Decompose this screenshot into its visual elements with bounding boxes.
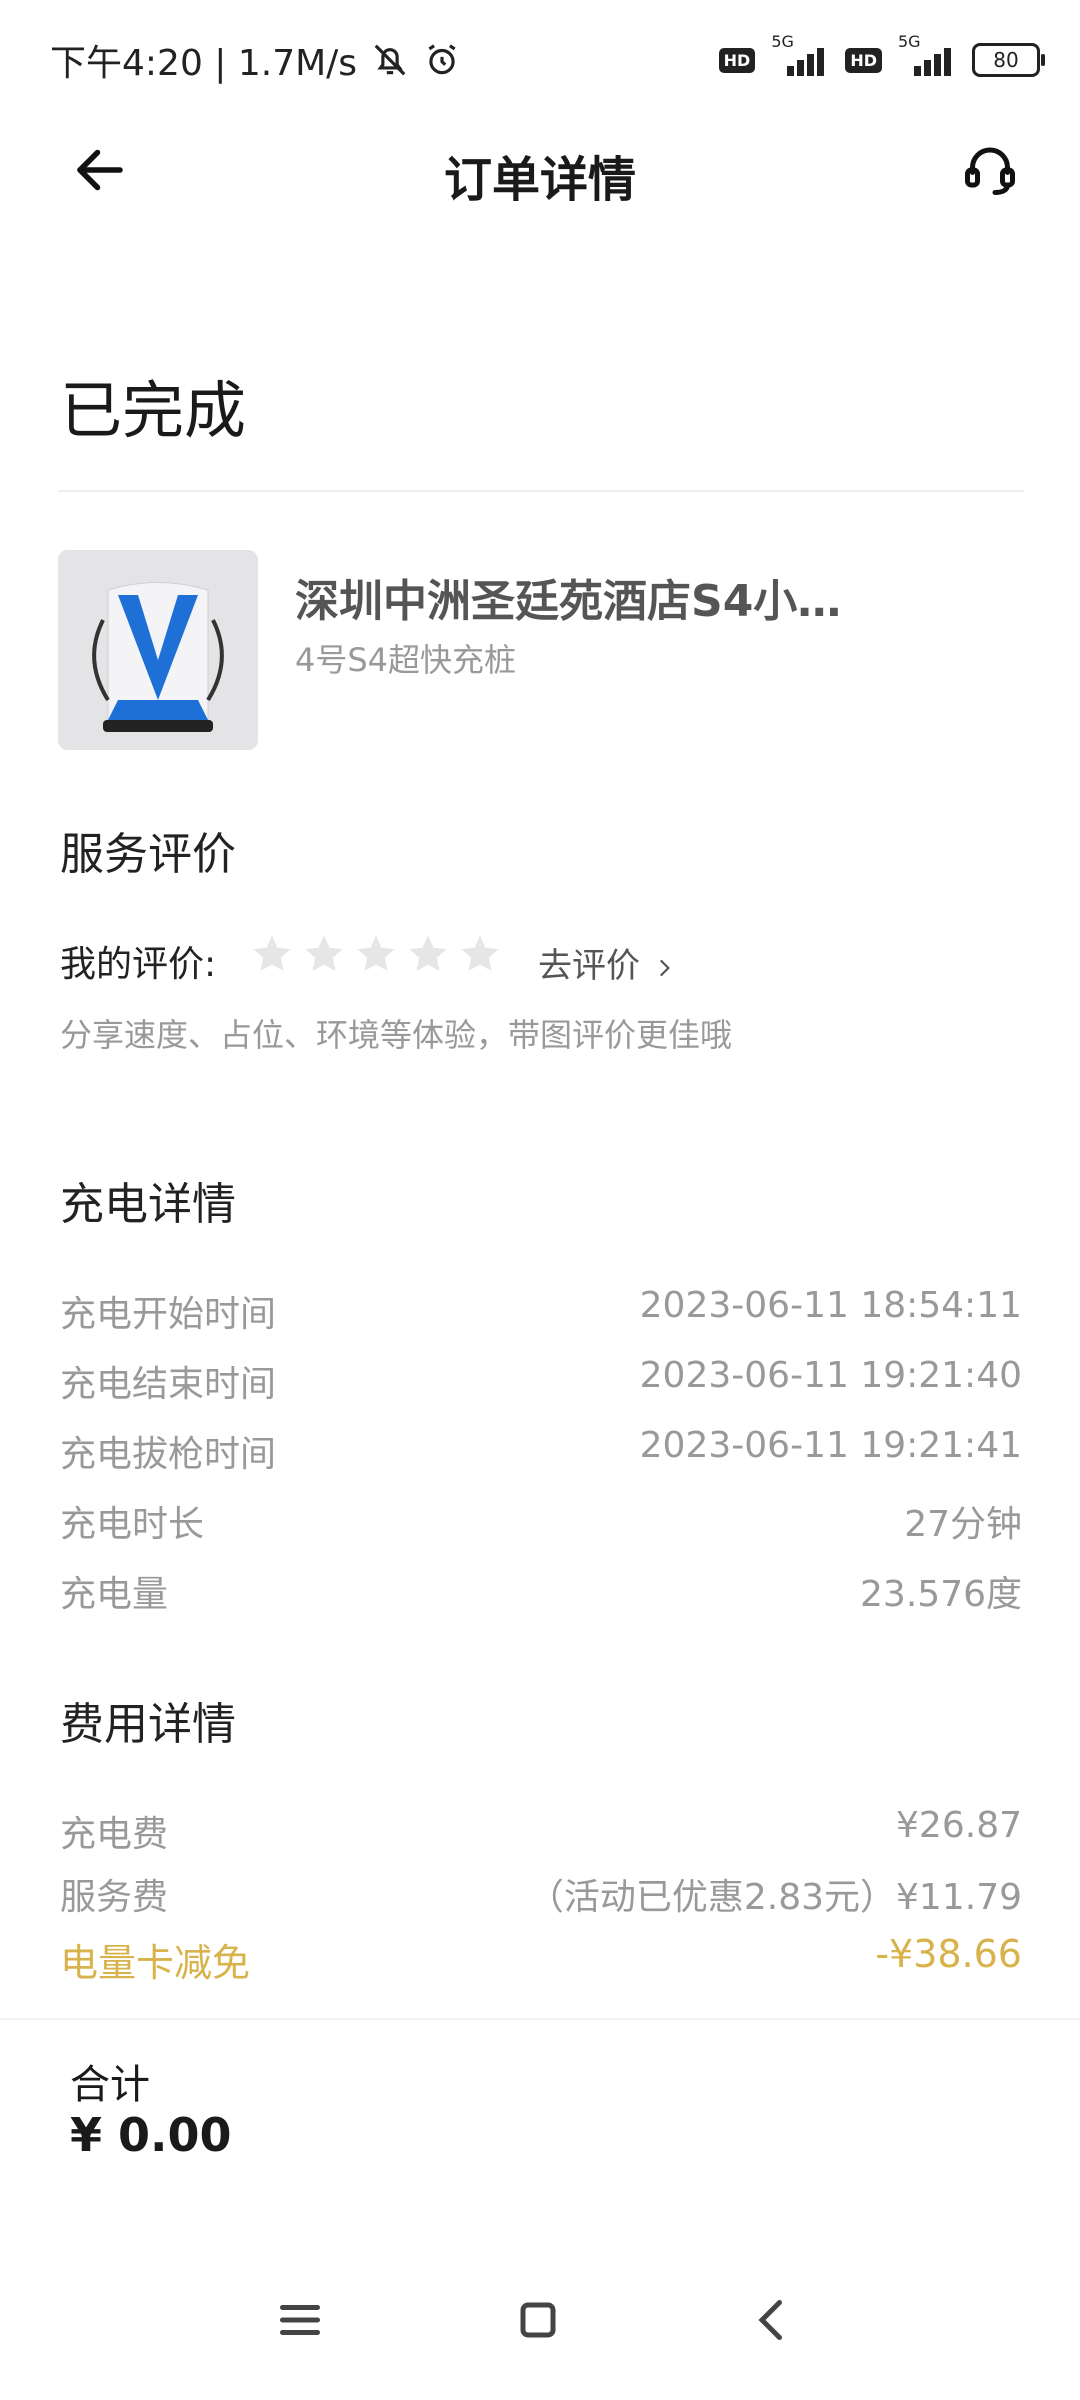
status-left: 下午4:20 | 1.7M/s [50,34,461,86]
charger-image [58,550,258,750]
page-title: 订单详情 [443,152,636,208]
detail-label: 充电开始时间 [60,1294,277,1335]
go-rate-button[interactable]: 去评价 [538,938,677,987]
hd-badge: HD [845,47,882,73]
detail-label: 充电拔枪时间 [60,1434,277,1475]
detail-value: 2023-06-11 19:21:41 [639,1425,1022,1466]
fee-label: 电量卡减免 [60,1941,251,1985]
pile-name: 4号S4超快充桩 [295,641,517,679]
detail-row: 充电结束时间 2023-06-11 19:21:40 [60,1355,1022,1407]
divider [58,490,1024,492]
detail-label: 充电结束时间 [60,1364,277,1405]
detail-row: 充电时长 27分钟 [60,1495,1022,1547]
fee-value: -¥38.66 [875,1932,1022,1976]
section-title-fee: 费用详情 [60,1699,236,1750]
rating-hint: 分享速度、占位、环境等体验，带图评价更佳哦 [60,1016,733,1054]
section-title-review: 服务评价 [60,829,236,880]
network-label: 5G [898,32,921,51]
status-right: HD 5G HD 5G 80 [718,32,1045,78]
alarm-icon [428,44,456,75]
star-icon[interactable] [302,932,346,976]
app-header: 订单详情 [0,120,1080,220]
detail-value: 2023-06-11 19:21:40 [639,1355,1022,1396]
detail-value: 27分钟 [904,1504,1022,1545]
fee-label: 服务费 [60,1877,169,1918]
star-icon[interactable] [458,932,502,976]
detail-label: 充电时长 [60,1504,205,1545]
station-name[interactable]: 深圳中洲圣廷苑酒店S4小… [295,565,895,629]
nav-home-button[interactable] [508,2290,568,2350]
bell-off-icon [374,44,406,76]
detail-value: 2023-06-11 18:54:11 [639,1285,1022,1326]
section-title-charging: 充电详情 [60,1179,236,1230]
divider [0,2018,1080,2020]
fee-label: 充电费 [60,1814,169,1855]
total-value: ¥ 0.00 [70,2108,232,2162]
status-time-speed: 下午4:20 | 1.7M/s [50,43,358,84]
fee-row: 充电费 ¥26.87 [60,1805,1022,1857]
detail-row: 充电开始时间 2023-06-11 18:54:11 [60,1285,1022,1337]
chevron-right-icon [659,959,670,976]
status-bar: 下午4:20 | 1.7M/s HD 5G HD 5G 80 [50,30,1045,90]
fee-value: ¥26.87 [896,1805,1022,1846]
detail-label: 充电量 [60,1574,169,1615]
order-status: 已完成 [60,374,247,447]
star-icon[interactable] [250,932,294,976]
signal-icon: 5G [771,32,829,78]
menu-icon [280,2305,320,2335]
star-icon[interactable] [406,932,450,976]
signal-icon: 5G [898,32,956,78]
fee-row: 服务费 （活动已优惠2.83元）¥11.79 [60,1868,1022,1920]
star-icon[interactable] [354,932,398,976]
hd-badge: HD [718,47,756,73]
detail-value: 23.576度 [860,1574,1022,1615]
detail-row: 充电拔枪时间 2023-06-11 19:21:41 [60,1425,1022,1477]
fee-row-discount: 电量卡减免 -¥38.66 [60,1932,1022,1987]
square-icon [520,2302,556,2338]
my-rating-label: 我的评价: [60,944,217,985]
network-label: 5G [771,32,794,51]
nav-back-button[interactable] [742,2290,802,2350]
total-label: 合计 [70,2062,150,2108]
go-rate-label: 去评价 [538,946,640,986]
chevron-left-icon [758,2300,782,2340]
system-nav-bar [0,2290,1080,2380]
headset-icon [965,147,1015,195]
battery-icon: 80 [972,43,1045,77]
detail-row: 充电量 23.576度 [60,1565,1022,1617]
customer-service-button[interactable] [960,140,1020,200]
fee-value: （活动已优惠2.83元）¥11.79 [527,1877,1022,1918]
nav-menu-button[interactable] [270,2290,330,2350]
